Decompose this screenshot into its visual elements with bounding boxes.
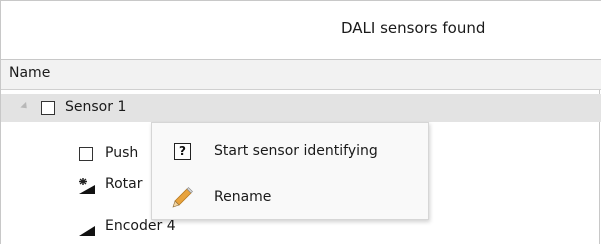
column-header-label: Name [9, 65, 51, 81]
title-bar: DALI sensors found [1, 0, 601, 60]
tree-item-label: Push [105, 145, 139, 161]
context-menu: ? Start sensor identifying Rename [151, 122, 429, 220]
sensors-window: DALI sensors found Name Sensor 1 Push Ro… [0, 0, 601, 244]
tree-item-label: Sensor 1 [65, 99, 127, 115]
rotary-icon [77, 176, 97, 200]
expand-arrow-icon[interactable] [20, 101, 30, 112]
tree-item-label: Rotar [105, 176, 143, 192]
encoder-icon [77, 222, 97, 242]
window-title: DALI sensors found [341, 19, 486, 37]
menu-item-rename[interactable]: Rename [152, 177, 428, 221]
sensor-checkbox[interactable] [41, 101, 55, 115]
identify-icon: ? [174, 143, 191, 160]
pencil-icon [172, 187, 194, 213]
checkbox-icon[interactable] [79, 147, 93, 161]
column-header-name[interactable]: Name [1, 60, 601, 90]
tree-row-sensor-1[interactable]: Sensor 1 [1, 94, 601, 122]
menu-item-start-identifying[interactable]: ? Start sensor identifying [152, 131, 428, 175]
menu-item-label: Rename [214, 189, 272, 205]
menu-item-label: Start sensor identifying [214, 143, 378, 159]
